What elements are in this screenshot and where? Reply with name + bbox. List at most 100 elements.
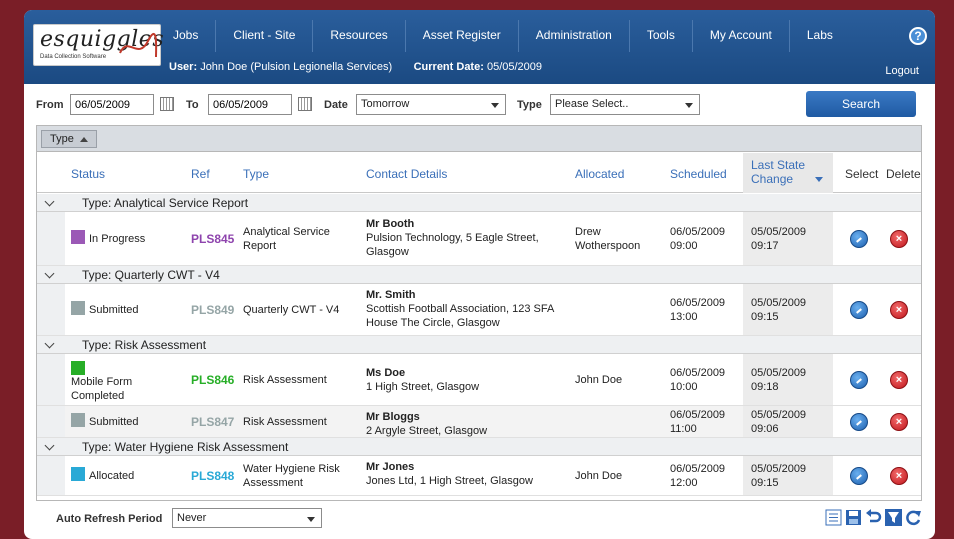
nav-item-asset-register[interactable]: Asset Register — [406, 20, 519, 52]
nav-item-my-account[interactable]: My Account — [693, 20, 790, 52]
jobs-grid: Type Status Ref Type Contact Details All… — [36, 125, 922, 501]
nav-item-labs[interactable]: Labs — [790, 20, 850, 52]
nav-item-administration[interactable]: Administration — [519, 20, 630, 52]
last-state-date: 05/05/2009 — [751, 297, 807, 309]
table-row[interactable]: Allocated PLS848 Water Hygiene Risk Assess… — [37, 456, 921, 496]
header-select: Select — [845, 167, 879, 181]
esquiggles-logo[interactable]: esquiggles Data Collection Software — [33, 24, 164, 66]
group-row[interactable]: Type: Risk Assessment — [37, 336, 921, 354]
select-icon[interactable] — [850, 413, 868, 431]
job-ref[interactable]: PLS846 — [191, 373, 234, 387]
nav-item-client-site[interactable]: Client - Site — [216, 20, 314, 52]
status-color-swatch — [71, 230, 85, 244]
chevron-down-icon[interactable] — [44, 196, 55, 207]
job-type: Quarterly CWT - V4 — [243, 304, 340, 316]
header-last-state-label: Last State Change — [751, 158, 806, 186]
last-state-date: 05/05/2009 — [751, 226, 807, 238]
list-view-icon[interactable] — [825, 509, 842, 526]
group-by-type-chip[interactable]: Type — [41, 130, 97, 148]
scheduled-datetime: 06/05/2009 09:00 — [670, 225, 725, 253]
select-icon[interactable] — [850, 371, 868, 389]
status-text: Submitted — [89, 416, 139, 428]
contact-details: Mr. Smith Scottish Football Association, … — [366, 288, 556, 330]
scheduled-time: 11:00 — [670, 423, 697, 435]
date-label: Date — [324, 99, 348, 111]
contact-details: Mr Booth Pulsion Technology, 5 Eagle Stre… — [366, 217, 556, 259]
auto-refresh-label: Auto Refresh Period — [56, 513, 163, 525]
filter-bar: From To Date Tomorrow Type Please Select… — [36, 91, 916, 118]
job-type: Risk Assessment — [243, 374, 327, 386]
from-date-input[interactable] — [70, 94, 154, 115]
type-label: Type — [517, 99, 542, 111]
select-icon[interactable] — [850, 467, 868, 485]
group-row[interactable]: Type: Analytical Service Report — [37, 194, 921, 212]
job-ref[interactable]: PLS849 — [191, 303, 234, 317]
group-row[interactable]: Type: Water Hygiene Risk Assessment — [37, 438, 921, 456]
scheduled-time: 09:00 — [670, 240, 698, 252]
delete-icon[interactable]: × — [890, 301, 908, 319]
allocated-to: Drew Wotherspoon — [575, 226, 641, 252]
select-icon[interactable] — [850, 230, 868, 248]
table-row[interactable]: Submitted PLS847 Risk Assessment Mr Bloggs 2… — [37, 406, 921, 438]
job-ref[interactable]: PLS848 — [191, 469, 234, 483]
header-last-state-change[interactable]: Last State Change — [743, 153, 833, 193]
to-date-input[interactable] — [208, 94, 292, 115]
last-state-date: 05/05/2009 — [751, 463, 807, 475]
header-ref[interactable]: Ref — [191, 153, 210, 193]
scheduled-date: 06/05/2009 — [670, 367, 726, 379]
header-status[interactable]: Status — [71, 153, 105, 193]
header-allocated[interactable]: Allocated — [575, 153, 624, 193]
last-state-time: 09:15 — [751, 477, 779, 489]
status-text: In Progress — [89, 233, 146, 245]
chevron-down-icon — [307, 517, 315, 522]
contact-address: Scottish Football Association, 123 SFA H… — [366, 303, 554, 329]
last-state-time: 09:15 — [751, 311, 779, 323]
help-icon[interactable]: ? — [909, 27, 927, 45]
nav-item-jobs[interactable]: Jobs — [156, 20, 217, 52]
filter-icon[interactable] — [885, 509, 902, 526]
row-indent — [37, 284, 65, 335]
header-type[interactable]: Type — [243, 153, 269, 193]
group-title: Type: Analytical Service Report — [82, 196, 249, 210]
group-title: Type: Quarterly CWT - V4 — [82, 268, 220, 282]
logout-link[interactable]: Logout — [885, 65, 919, 77]
type-select[interactable]: Please Select.. — [550, 94, 700, 115]
contact-address: 1 High Street, Glasgow — [366, 381, 480, 393]
header-scheduled[interactable]: Scheduled — [670, 153, 727, 193]
table-row[interactable]: Mobile Form Completed PLS846 Risk Assessme… — [37, 354, 921, 406]
delete-icon[interactable]: × — [890, 467, 908, 485]
last-state-datetime: 05/05/2009 09:18 — [751, 366, 806, 394]
chevron-down-icon[interactable] — [44, 338, 55, 349]
search-button[interactable]: Search — [806, 91, 916, 117]
status-color-swatch — [71, 301, 85, 315]
row-indent — [37, 456, 65, 495]
undo-icon[interactable] — [865, 509, 882, 526]
sort-down-icon — [815, 177, 823, 183]
date-select-value: Tomorrow — [361, 98, 410, 110]
last-state-date: 05/05/2009 — [751, 367, 807, 379]
date-select[interactable]: Tomorrow — [356, 94, 506, 115]
delete-icon[interactable]: × — [890, 371, 908, 389]
header-delete: Delete — [886, 167, 921, 181]
table-row[interactable]: In Progress PLS845 Analytical Service Repo… — [37, 212, 921, 266]
job-ref[interactable]: PLS845 — [191, 232, 234, 246]
save-icon[interactable] — [845, 509, 862, 526]
nav-item-resources[interactable]: Resources — [313, 20, 406, 52]
auto-refresh-select[interactable]: Never — [172, 508, 322, 528]
delete-icon[interactable]: × — [890, 413, 908, 431]
chevron-down-icon[interactable] — [44, 440, 55, 451]
job-ref[interactable]: PLS847 — [191, 415, 234, 429]
delete-icon[interactable]: × — [890, 230, 908, 248]
select-icon[interactable] — [850, 301, 868, 319]
header-contact-details[interactable]: Contact Details — [366, 153, 447, 193]
table-row[interactable]: Submitted PLS849 Quarterly CWT - V4 Mr. Smi… — [37, 284, 921, 336]
current-date-label: Current Date: — [413, 61, 484, 73]
calendar-icon[interactable] — [298, 97, 312, 111]
status-text: Mobile Form Completed — [71, 376, 133, 402]
grid-header: Status Ref Type Contact Details Allocate… — [37, 153, 921, 193]
calendar-icon[interactable] — [160, 97, 174, 111]
nav-item-tools[interactable]: Tools — [630, 20, 693, 52]
group-row[interactable]: Type: Quarterly CWT - V4 — [37, 266, 921, 284]
chevron-down-icon[interactable] — [44, 268, 55, 279]
refresh-icon[interactable] — [905, 509, 922, 526]
